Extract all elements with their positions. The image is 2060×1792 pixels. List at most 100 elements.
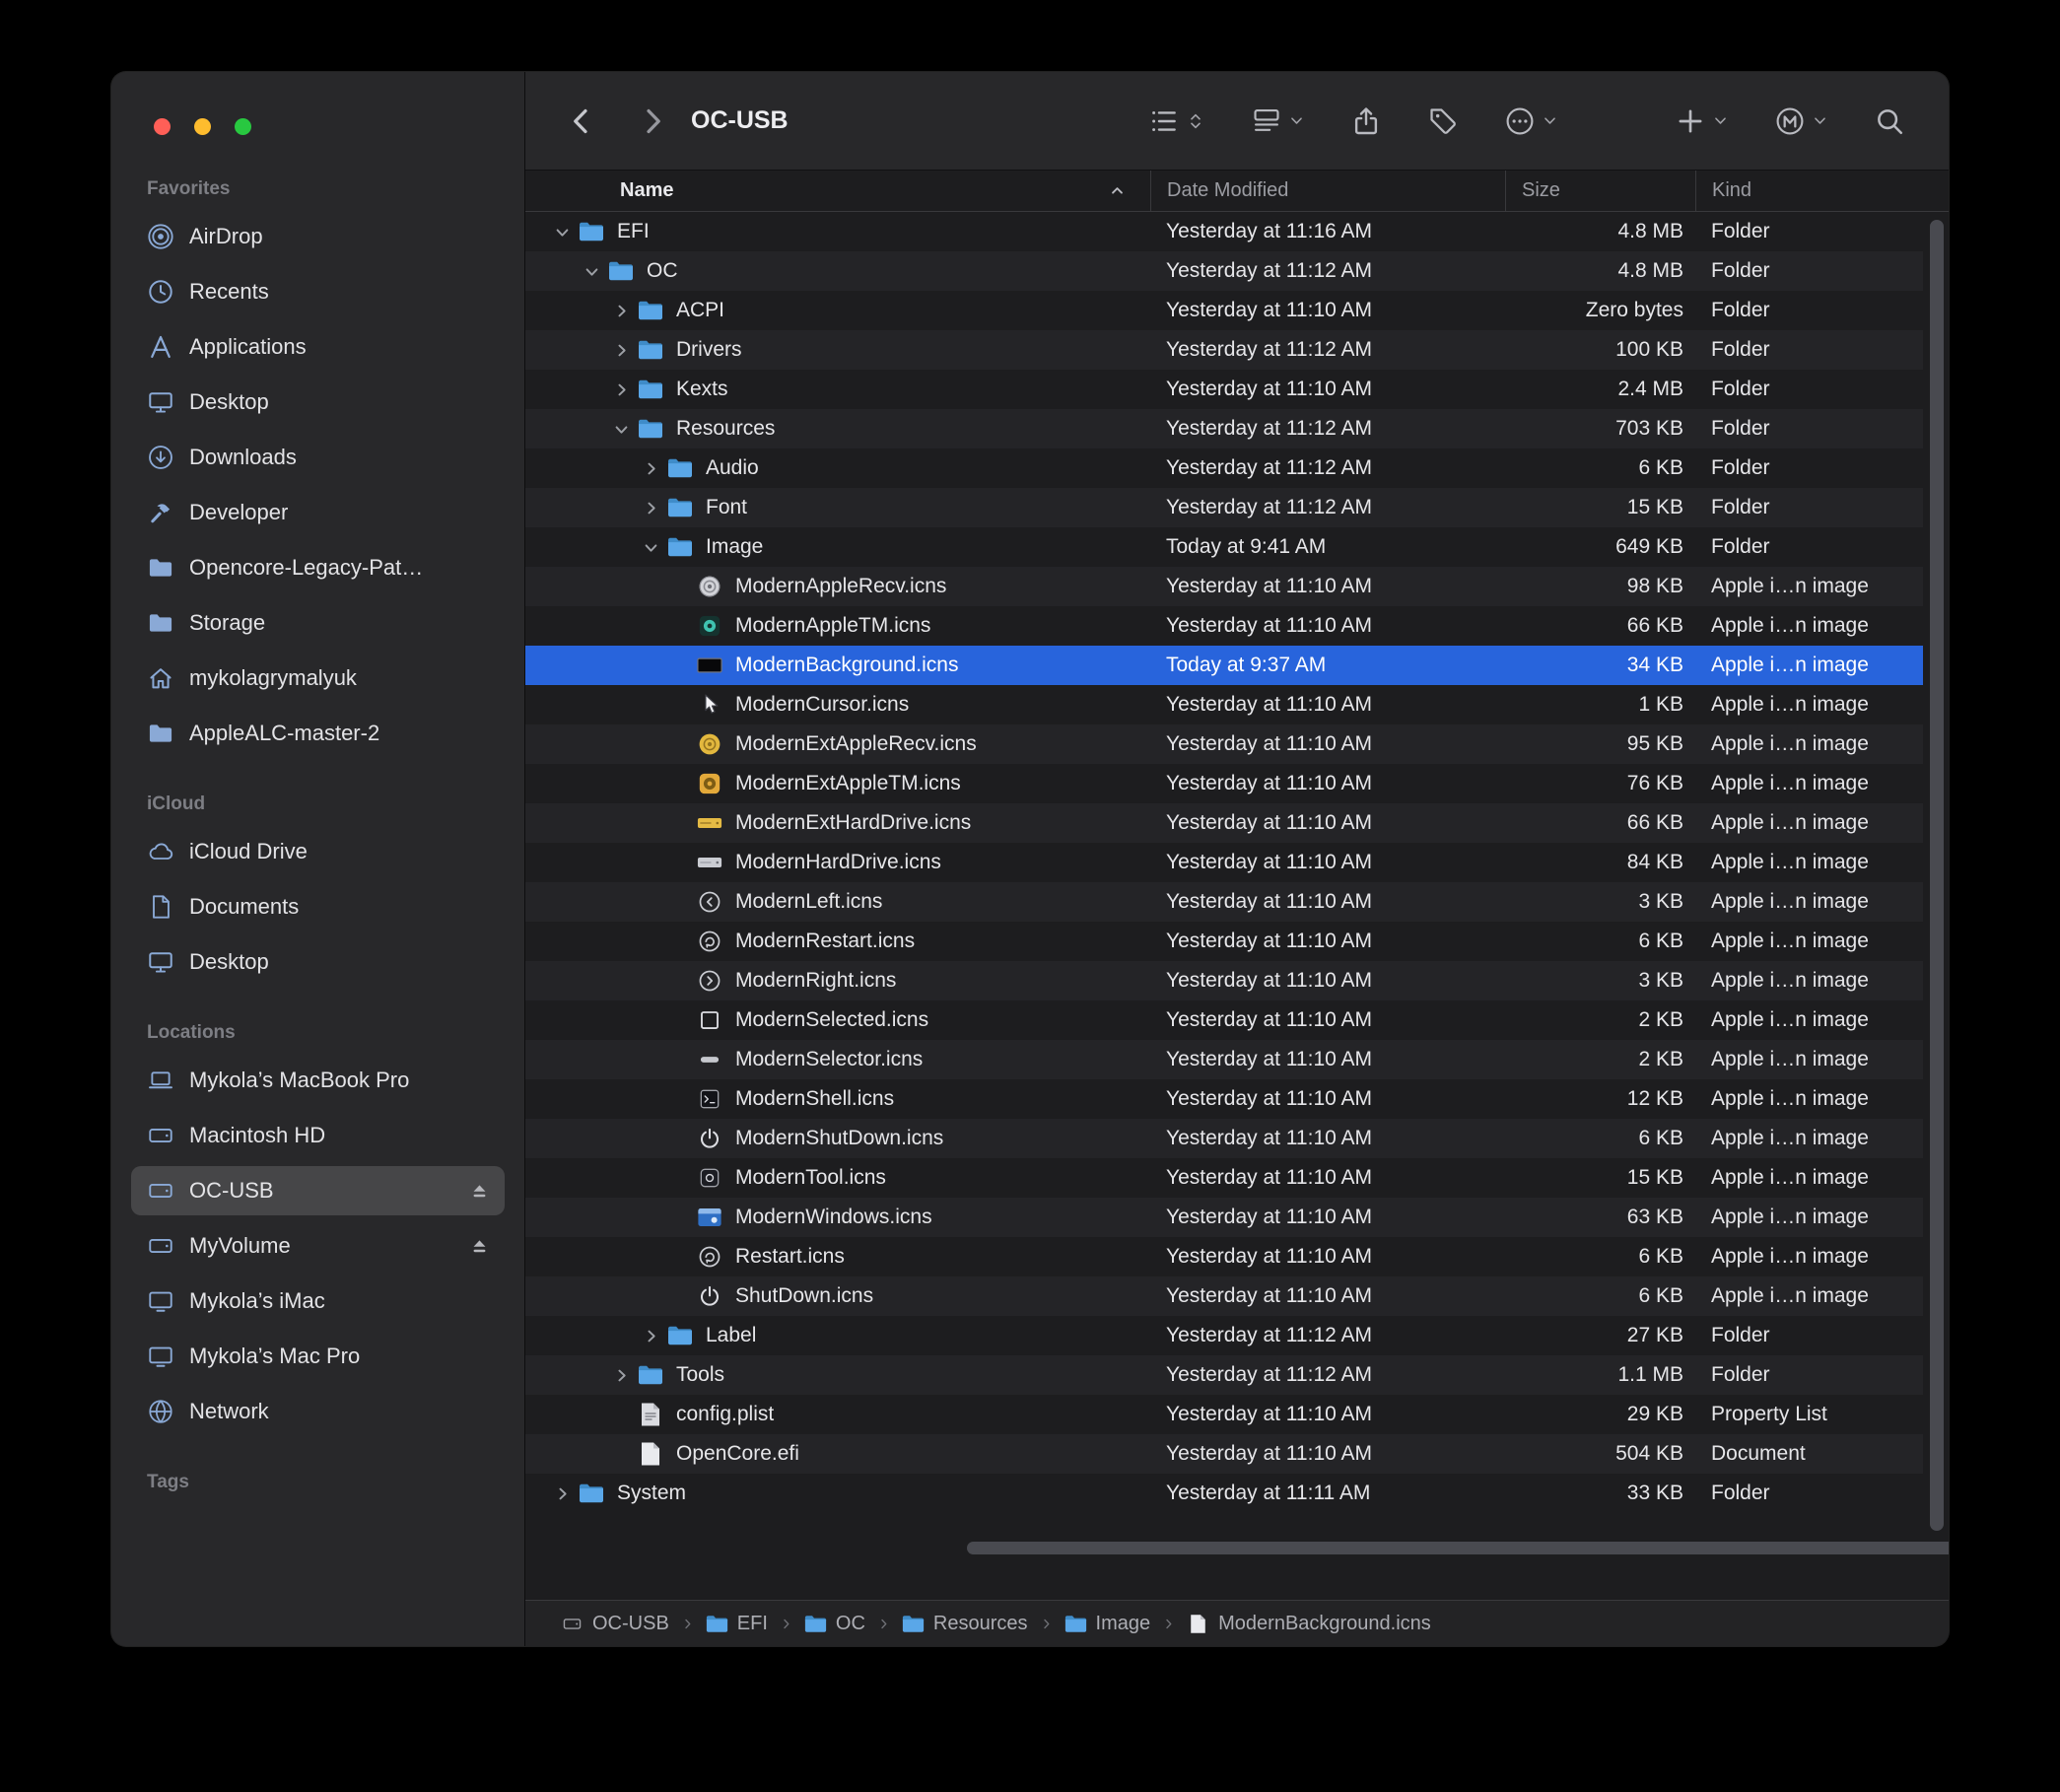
file-row-tools[interactable]: ToolsYesterday at 11:12 AM1.1 MBFolder xyxy=(525,1355,1923,1395)
file-name: Drivers xyxy=(676,338,742,362)
disclosure-open-icon[interactable] xyxy=(638,534,663,560)
file-row-modernright-icns[interactable]: ModernRight.icnsYesterday at 11:10 AM3 K… xyxy=(525,961,1923,1000)
file-row-acpi[interactable]: ACPIYesterday at 11:10 AMZero bytesFolde… xyxy=(525,291,1923,330)
disclosure-closed-icon[interactable] xyxy=(638,1323,663,1348)
sidebar-item-desktop[interactable]: Desktop xyxy=(131,937,505,987)
column-header-kind[interactable]: Kind xyxy=(1695,171,1949,211)
efi-doc-icon xyxy=(637,1441,664,1467)
sidebar-item-opencore-legacy-pat[interactable]: Opencore-Legacy-Pat… xyxy=(131,543,505,592)
file-kind: Apple i…n image xyxy=(1695,890,1923,914)
file-row-resources[interactable]: ResourcesYesterday at 11:12 AM703 KBFold… xyxy=(525,409,1923,448)
file-row-modernharddrive-icns[interactable]: ModernHardDrive.icnsYesterday at 11:10 A… xyxy=(525,843,1923,882)
sidebar-item-mykola-s-mac-pro[interactable]: Mykola’s Mac Pro xyxy=(131,1332,505,1381)
sidebar-item-icloud-drive[interactable]: iCloud Drive xyxy=(131,827,505,876)
sidebar-item-myvolume[interactable]: MyVolume xyxy=(131,1221,505,1271)
file-row-system[interactable]: SystemYesterday at 11:11 AM33 KBFolder xyxy=(525,1474,1923,1513)
file-row-modernbackground-icns[interactable]: ModernBackground.icnsToday at 9:37 AM34 … xyxy=(525,646,1923,685)
file-row-modernselector-icns[interactable]: ModernSelector.icnsYesterday at 11:10 AM… xyxy=(525,1040,1923,1079)
file-row-audio[interactable]: AudioYesterday at 11:12 AM6 KBFolder xyxy=(525,448,1923,488)
eject-icon[interactable] xyxy=(468,1235,491,1258)
sidebar-item-macintosh-hd[interactable]: Macintosh HD xyxy=(131,1111,505,1160)
minimize-window-button[interactable] xyxy=(194,118,211,135)
disclosure-closed-icon[interactable] xyxy=(608,298,634,323)
file-row-modernselected-icns[interactable]: ModernSelected.icnsYesterday at 11:10 AM… xyxy=(525,1000,1923,1040)
file-row-efi[interactable]: EFIYesterday at 11:16 AM4.8 MBFolder xyxy=(525,212,1923,251)
share-button[interactable] xyxy=(1350,105,1382,137)
file-row-modernapplerecv-icns[interactable]: ModernAppleRecv.icnsYesterday at 11:10 A… xyxy=(525,567,1923,606)
file-row-kexts[interactable]: KextsYesterday at 11:10 AM2.4 MBFolder xyxy=(525,370,1923,409)
eject-icon[interactable] xyxy=(468,1180,491,1203)
sidebar-item-network[interactable]: Network xyxy=(131,1387,505,1436)
tags-button[interactable] xyxy=(1427,105,1459,137)
sidebar-item-downloads[interactable]: Downloads xyxy=(131,433,505,482)
forward-button[interactable] xyxy=(636,104,669,138)
view-mode-button[interactable] xyxy=(1148,105,1205,137)
file-row-config-plist[interactable]: config.plistYesterday at 11:10 AM29 KBPr… xyxy=(525,1395,1923,1434)
file-row-font[interactable]: FontYesterday at 11:12 AM15 KBFolder xyxy=(525,488,1923,527)
file-row-modernextappletm-icns[interactable]: ModernExtAppleTM.icnsYesterday at 11:10 … xyxy=(525,764,1923,803)
file-row-modernshell-icns[interactable]: ModernShell.icnsYesterday at 11:10 AM12 … xyxy=(525,1079,1923,1119)
search-button[interactable] xyxy=(1874,105,1905,137)
column-header-size[interactable]: Size xyxy=(1505,171,1695,211)
file-row-modernwindows-icns[interactable]: ModernWindows.icnsYesterday at 11:10 AM6… xyxy=(525,1198,1923,1237)
sidebar-item-airdrop[interactable]: AirDrop xyxy=(131,212,505,261)
sidebar-item-desktop[interactable]: Desktop xyxy=(131,378,505,427)
sidebar-item-storage[interactable]: Storage xyxy=(131,598,505,648)
sidebar-item-mykola-s-imac[interactable]: Mykola’s iMac xyxy=(131,1276,505,1326)
disclosure-closed-icon[interactable] xyxy=(549,1481,575,1506)
file-row-modernleft-icns[interactable]: ModernLeft.icnsYesterday at 11:10 AM3 KB… xyxy=(525,882,1923,922)
sidebar-item-mykola-s-macbook-pro[interactable]: Mykola’s MacBook Pro xyxy=(131,1056,505,1105)
disclosure-closed-icon[interactable] xyxy=(608,377,634,402)
file-row-drivers[interactable]: DriversYesterday at 11:12 AM100 KBFolder xyxy=(525,330,1923,370)
file-size: 2.4 MB xyxy=(1505,378,1695,401)
disclosure-closed-icon[interactable] xyxy=(638,495,663,520)
chevron-down-icon xyxy=(1812,112,1828,129)
disclosure-closed-icon[interactable] xyxy=(608,337,634,363)
file-row-modernappletm-icns[interactable]: ModernAppleTM.icnsYesterday at 11:10 AM6… xyxy=(525,606,1923,646)
file-row-moderncursor-icns[interactable]: ModernCursor.icnsYesterday at 11:10 AM1 … xyxy=(525,685,1923,724)
account-button[interactable] xyxy=(1774,105,1828,137)
sidebar-item-applealc-master-2[interactable]: AppleALC-master-2 xyxy=(131,709,505,758)
file-row-modernshutdown-icns[interactable]: ModernShutDown.icnsYesterday at 11:10 AM… xyxy=(525,1119,1923,1158)
file-row-restart-icns[interactable]: Restart.icnsYesterday at 11:10 AM6 KBApp… xyxy=(525,1237,1923,1276)
sidebar-item-mykolagrymalyuk[interactable]: mykolagrymalyuk xyxy=(131,654,505,703)
disclosure-spacer xyxy=(667,1047,693,1072)
file-row-shutdown-icns[interactable]: ShutDown.icnsYesterday at 11:10 AM6 KBAp… xyxy=(525,1276,1923,1316)
file-row-opencore-efi[interactable]: OpenCore.efiYesterday at 11:10 AM504 KBD… xyxy=(525,1434,1923,1474)
disclosure-closed-icon[interactable] xyxy=(608,1362,634,1388)
horizontal-scrollbar[interactable] xyxy=(967,1542,1949,1554)
path-item-modernbackground-icns[interactable]: ModernBackground.icns xyxy=(1187,1613,1431,1635)
disclosure-closed-icon[interactable] xyxy=(638,455,663,481)
path-item-resources[interactable]: Resources xyxy=(902,1613,1028,1635)
hammer-icon xyxy=(147,499,174,526)
path-item-oc-usb[interactable]: OC-USB xyxy=(561,1613,669,1635)
disclosure-open-icon[interactable] xyxy=(549,219,575,244)
back-button[interactable] xyxy=(565,104,598,138)
sidebar-item-developer[interactable]: Developer xyxy=(131,488,505,537)
close-window-button[interactable] xyxy=(154,118,171,135)
sidebar-item-recents[interactable]: Recents xyxy=(131,267,505,316)
file-kind: Folder xyxy=(1695,456,1923,480)
file-row-oc[interactable]: OCYesterday at 11:12 AM4.8 MBFolder xyxy=(525,251,1923,291)
path-item-efi[interactable]: EFI xyxy=(706,1613,768,1635)
file-row-label[interactable]: LabelYesterday at 11:12 AM27 KBFolder xyxy=(525,1316,1923,1355)
sidebar-item-documents[interactable]: Documents xyxy=(131,882,505,931)
more-actions-button[interactable] xyxy=(1504,105,1558,137)
new-item-button[interactable] xyxy=(1675,105,1729,137)
file-row-modernextharddrive-icns[interactable]: ModernExtHardDrive.icnsYesterday at 11:1… xyxy=(525,803,1923,843)
file-row-modernextapplerecv-icns[interactable]: ModernExtAppleRecv.icnsYesterday at 11:1… xyxy=(525,724,1923,764)
file-row-modernrestart-icns[interactable]: ModernRestart.icnsYesterday at 11:10 AM6… xyxy=(525,922,1923,961)
sidebar-item-applications[interactable]: Applications xyxy=(131,322,505,372)
vertical-scrollbar[interactable] xyxy=(1930,220,1944,1531)
zoom-window-button[interactable] xyxy=(235,118,251,135)
path-item-image[interactable]: Image xyxy=(1064,1613,1151,1635)
file-row-image[interactable]: ImageToday at 9:41 AM649 KBFolder xyxy=(525,527,1923,567)
file-row-moderntool-icns[interactable]: ModernTool.icnsYesterday at 11:10 AM15 K… xyxy=(525,1158,1923,1198)
disclosure-open-icon[interactable] xyxy=(608,416,634,442)
path-item-oc[interactable]: OC xyxy=(804,1613,865,1635)
column-header-date[interactable]: Date Modified xyxy=(1150,171,1505,211)
group-by-button[interactable] xyxy=(1251,105,1305,137)
column-header-name[interactable]: Name xyxy=(525,171,1150,211)
sidebar-item-oc-usb[interactable]: OC-USB xyxy=(131,1166,505,1215)
disclosure-open-icon[interactable] xyxy=(579,258,604,284)
